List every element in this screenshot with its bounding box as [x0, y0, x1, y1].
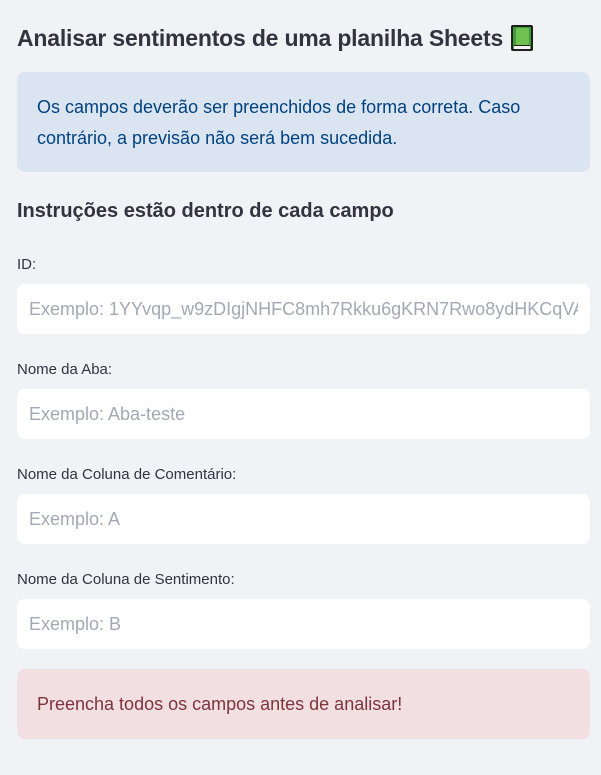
info-alert: Os campos deverão ser preenchidos de for… [17, 72, 590, 172]
error-alert: Preencha todos os campos antes de analis… [17, 669, 590, 739]
app-page: Analisar sentimentos de uma planilha She… [0, 0, 601, 775]
sentiment-column-input[interactable] [17, 599, 590, 649]
comment-column-label: Nome da Coluna de Comentário: [17, 466, 237, 483]
id-label: ID: [17, 256, 37, 273]
page-title: Analisar sentimentos de uma planilha She… [17, 24, 504, 51]
error-alert-text: Preencha todos os campos antes de analis… [37, 693, 403, 714]
comment-column-input[interactable] [17, 494, 590, 544]
tab-name-label: Nome da Aba: [17, 361, 113, 378]
green-book-icon [511, 25, 534, 51]
id-input[interactable] [17, 284, 590, 334]
sentiment-column-label: Nome da Coluna de Sentimento: [17, 571, 235, 588]
tab-name-input[interactable] [17, 389, 590, 439]
instructions-heading: Instruções estão dentro de cada campo [17, 200, 394, 222]
info-alert-text: Os campos deverão ser preenchidos de for… [37, 97, 521, 148]
page-header: Analisar sentimentos de uma planilha She… [17, 20, 534, 56]
